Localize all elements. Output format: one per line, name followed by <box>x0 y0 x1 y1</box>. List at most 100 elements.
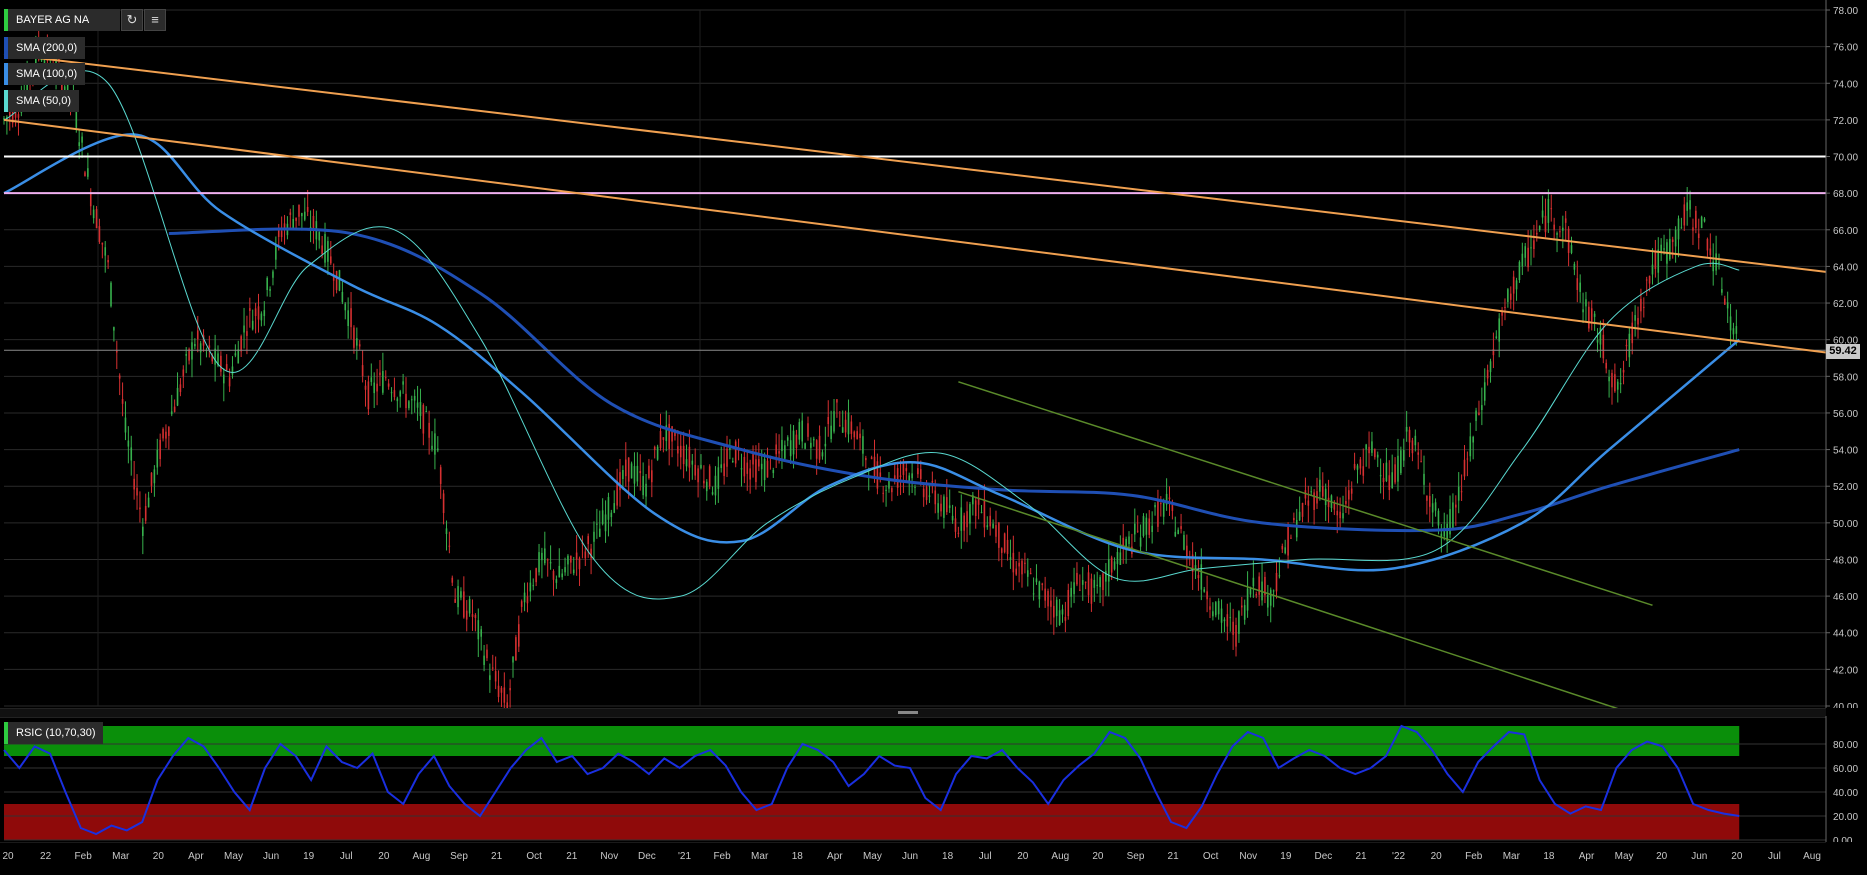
candle-body <box>1350 488 1353 494</box>
candle-body <box>1061 609 1064 615</box>
candle-body <box>1345 501 1347 504</box>
candle-body <box>393 390 396 398</box>
candle-body <box>1269 589 1272 606</box>
x-tick-label: 20 <box>1092 851 1104 862</box>
y-tick-label: 76.00 <box>1833 43 1858 54</box>
candle-body <box>1258 576 1260 595</box>
candle-body <box>749 468 751 480</box>
candle-body <box>1643 306 1645 308</box>
candle-body <box>1562 227 1564 231</box>
candle-body <box>1107 559 1110 582</box>
candle-body <box>1388 475 1391 490</box>
x-tick-label: 21 <box>1355 851 1367 862</box>
candle-body <box>234 353 237 356</box>
price-chart[interactable]: 78.00 76.00 74.00 72.00 70.00 68.00 66.00 64.00… <box>0 0 1867 708</box>
candle-body <box>694 464 697 476</box>
candle-body <box>1183 535 1185 550</box>
candle-body <box>679 445 682 458</box>
candle-body <box>1637 318 1639 325</box>
candle-body <box>237 349 240 364</box>
candle-body <box>243 325 245 333</box>
candle-body <box>1348 490 1350 500</box>
candle-body <box>786 437 789 441</box>
candle-body <box>367 381 370 410</box>
candle-body <box>541 552 543 561</box>
candle-body <box>17 114 20 118</box>
candle-body <box>1608 376 1610 382</box>
candle-body <box>558 565 561 578</box>
candle-body <box>503 687 506 703</box>
candle-body <box>630 463 633 479</box>
candle-body <box>387 383 390 387</box>
candle-body <box>228 377 231 387</box>
x-tick-label: 20 <box>1017 851 1029 862</box>
candle-body <box>338 270 341 291</box>
candle-body <box>1489 361 1492 373</box>
candle-body <box>321 245 323 255</box>
chart-settings-icon[interactable]: ≡ <box>144 9 166 31</box>
candle-body <box>1142 516 1145 536</box>
candle-body <box>356 338 358 346</box>
candle-body <box>821 452 824 457</box>
candle-body <box>1677 218 1680 240</box>
candle-body <box>587 536 589 545</box>
x-tick-label: Jun <box>1691 851 1707 862</box>
candle-body <box>1157 501 1159 527</box>
candle-body <box>1336 510 1339 516</box>
x-tick-label: Sep <box>1127 851 1145 862</box>
candle-body <box>1469 436 1472 457</box>
candle-body <box>974 500 977 517</box>
legend-sma-100[interactable]: SMA (100,0) <box>4 63 86 85</box>
candle-body <box>428 422 430 438</box>
candle-body <box>810 442 812 448</box>
legend-rsi[interactable]: RSIC (10,70,30) <box>4 722 104 744</box>
candle-body <box>946 497 948 513</box>
candle-body <box>1619 382 1622 385</box>
candle-body <box>301 213 303 217</box>
candle-body <box>983 499 986 528</box>
candle-body <box>1628 333 1631 358</box>
candle-body <box>1541 210 1544 218</box>
candle-body <box>1217 601 1220 615</box>
candle-body <box>732 461 734 463</box>
candle-body <box>798 422 801 440</box>
candle-body <box>711 492 714 495</box>
candle-body <box>1006 539 1009 554</box>
candle-body <box>1041 583 1044 585</box>
candle-body <box>358 344 361 347</box>
candle-body <box>1417 452 1420 455</box>
candle-body <box>1498 318 1500 342</box>
candle-body <box>463 591 465 618</box>
legend-sma-50[interactable]: SMA (50,0) <box>4 90 80 112</box>
candle-body <box>1298 511 1301 521</box>
candle-body <box>1576 278 1579 291</box>
candle-body <box>937 503 939 513</box>
splitter-grip-icon[interactable] <box>898 711 918 714</box>
x-tick-label: '22 <box>1392 851 1405 862</box>
candle-body <box>570 555 572 563</box>
candle-body <box>980 512 983 514</box>
x-tick-label: Jun <box>263 851 279 862</box>
candle-body <box>561 573 563 578</box>
candle-body <box>891 488 893 493</box>
candle-body <box>1411 440 1414 454</box>
candle-body <box>1206 591 1208 600</box>
y-tick-label: 66.00 <box>1833 226 1858 237</box>
candle-body <box>330 256 332 264</box>
candle-body <box>480 629 482 637</box>
y-tick-label: 72.00 <box>1833 116 1858 127</box>
candle-body <box>1376 454 1379 458</box>
rsi-axis: 80.0060.0040.0020.000.00 <box>1825 716 1858 842</box>
candle-body <box>1527 247 1529 268</box>
reload-icon[interactable]: ↻ <box>121 9 143 31</box>
candle-body <box>150 472 153 486</box>
rsi-chart[interactable]: 80.0060.0040.0020.000.00 <box>0 716 1867 842</box>
candle-body <box>538 552 540 573</box>
legend-sma-200[interactable]: SMA (200,0) <box>4 37 86 59</box>
candle-body <box>1321 485 1324 497</box>
candle-body <box>1015 568 1018 575</box>
candle-body <box>1735 326 1738 334</box>
candle-body <box>170 411 173 415</box>
candle-body <box>1084 581 1087 583</box>
candle-body <box>1573 263 1576 270</box>
